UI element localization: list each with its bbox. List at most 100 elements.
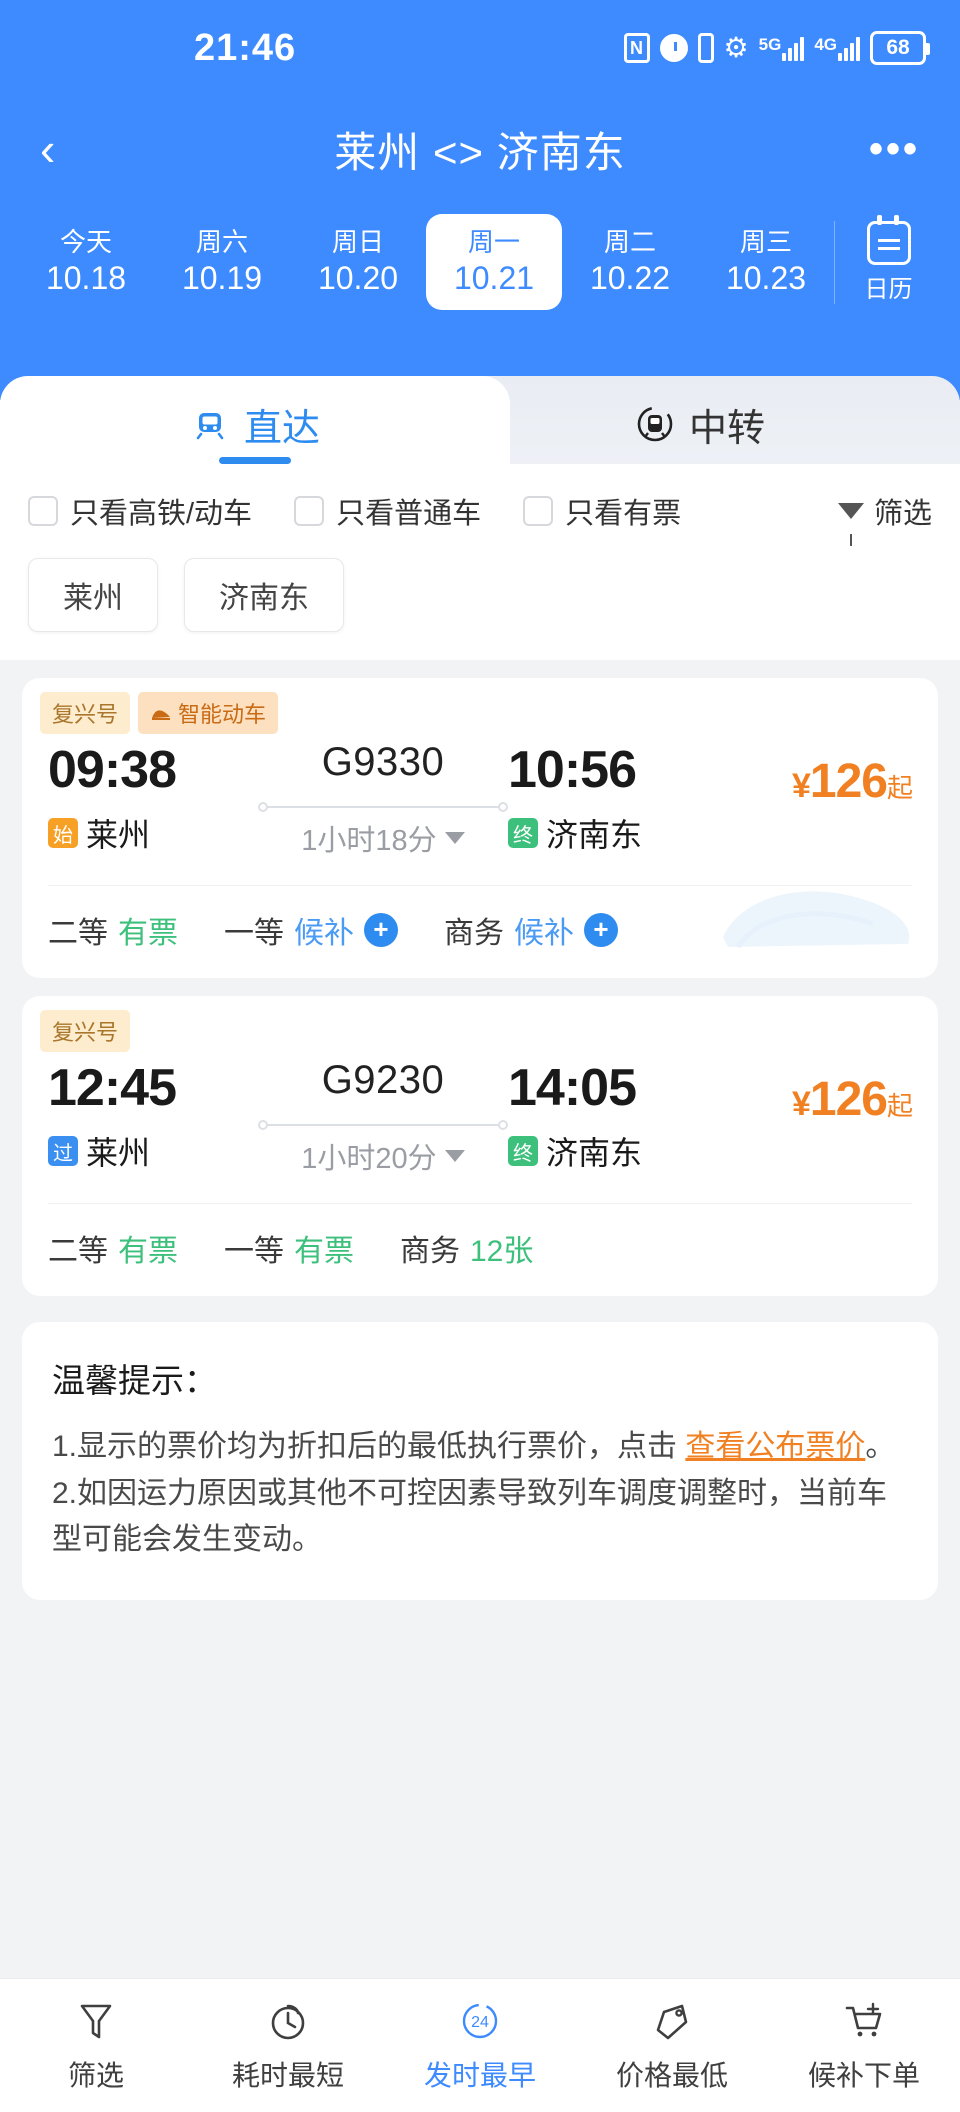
chevron-down-icon[interactable] (444, 1150, 465, 1162)
start-station-badge: 始 (48, 818, 78, 848)
departure-block: 12:45 过 莱州 (48, 1058, 258, 1174)
bottom-earliest-departure-label: 发时最早 (423, 2059, 536, 2091)
departure-station-name: 莱州 (86, 1135, 151, 1171)
seat-first-class[interactable]: 一等 有票 (224, 1226, 354, 1270)
status-icons: N ⚙ 5G 4G 68 (623, 31, 930, 65)
price-suffix: 起 (886, 773, 913, 803)
duration-line (258, 799, 508, 815)
seat-business-class[interactable]: 商务 候补 + (444, 908, 618, 952)
duration-text-row[interactable]: 1小时18分 (301, 817, 465, 859)
duration-text: 1小时20分 (301, 1143, 437, 1175)
bottom-waitlist-order-button[interactable]: 候补下单 (768, 1998, 960, 2094)
duration-block[interactable]: G9230 1小时20分 (258, 1058, 508, 1177)
app-screen: 21:46 N ⚙ 5G 4G 68 ‹ 莱州 <> 济南东 ••• 今天 10… (0, 0, 960, 2112)
view-published-fare-link[interactable]: 查看公布票价 (685, 1430, 865, 1463)
seat-second-class[interactable]: 二等 有票 (48, 1226, 178, 1270)
bottom-earliest-departure-button[interactable]: 24 发时最早 (384, 1998, 576, 2094)
waitlist-add-icon[interactable]: + (584, 913, 618, 947)
tab-transfer-label: 中转 (688, 407, 765, 450)
price-tag-icon (652, 1998, 692, 2044)
checkbox-box[interactable] (28, 496, 58, 526)
seat-business-class[interactable]: 商务 12张 (400, 1226, 533, 1270)
line-dot-left (258, 802, 268, 812)
tab-direct[interactable]: 直达 (0, 376, 510, 472)
4g-label: 4G (814, 35, 837, 54)
date-week-label: 周一 (467, 226, 520, 257)
arrival-station-line: 终 济南东 (508, 1128, 718, 1174)
currency-symbol: ¥ (791, 767, 811, 805)
train-main-row: 12:45 过 莱州 G9230 1小时20分 14:05 终 济南东 ¥126… (22, 1052, 938, 1177)
duration-text-row[interactable]: 1小时20分 (301, 1135, 465, 1177)
bottom-shortest-duration-button[interactable]: 耗时最短 (192, 1998, 384, 2094)
bottom-shortest-duration-label: 耗时最短 (231, 2059, 344, 2091)
departure-station-line: 始 莱州 (48, 810, 258, 856)
seat-class-label: 一等 (224, 1235, 284, 1268)
seat-class-label: 商务 (400, 1235, 460, 1268)
checkbox-box[interactable] (523, 496, 554, 526)
cart-plus-icon (843, 1998, 885, 2044)
badge-smart-emu-label: 智能动车 (178, 702, 267, 727)
arrival-time: 14:05 (508, 1059, 637, 1117)
date-tab-4[interactable]: 周二 10.22 (562, 214, 698, 311)
more-options-button[interactable]: ••• (869, 129, 920, 169)
header-region: 21:46 N ⚙ 5G 4G 68 ‹ 莱州 <> 济南东 ••• 今天 10… (0, 0, 960, 400)
arrival-station-line: 终 济南东 (508, 810, 718, 856)
seat-class-label: 二等 (48, 917, 108, 950)
tips-item-1: 1.显示的票价均为折扣后的最低执行票价，点击 查看公布票价。 (52, 1424, 908, 1471)
tab-transfer[interactable]: 中转 (440, 376, 960, 472)
date-tab-2[interactable]: 周日 10.20 (290, 214, 426, 311)
train-card[interactable]: 复兴号 智能动车 09:38 始 莱州 G9330 1小时18分 10:56 终… (22, 678, 938, 978)
wifi-icon: ⚙ (723, 32, 749, 63)
seat-class-label: 商务 (444, 917, 504, 950)
train-card[interactable]: 复兴号 12:45 过 莱州 G9230 1小时20分 14:05 终 济南东 … (22, 996, 938, 1296)
bottom-lowest-price-label: 价格最低 (615, 2059, 728, 2091)
seat-second-class[interactable]: 二等 有票 (48, 908, 178, 952)
price-block: ¥126起 (718, 740, 913, 809)
station-chip-destination[interactable]: 济南东 (184, 558, 344, 632)
price-value: ¥126起 (792, 1073, 913, 1126)
trip-type-tabs: 中转 直达 (0, 376, 960, 472)
funnel-icon (837, 503, 864, 546)
arrival-station-name: 济南东 (546, 1135, 643, 1171)
duration-block[interactable]: G9330 1小时18分 (258, 740, 508, 859)
waitlist-add-icon[interactable]: + (364, 913, 398, 947)
seat-status: 候补 (514, 917, 574, 950)
calendar-button[interactable]: 日历 (834, 214, 942, 304)
badge-fuxing: 复兴号 (40, 1010, 131, 1052)
filter-button[interactable]: 筛选 (837, 490, 932, 546)
checkbox-box[interactable] (294, 496, 325, 526)
checkbox-normal-train-only[interactable]: 只看普通车 (294, 490, 481, 532)
checkbox-available-only[interactable]: 只看有票 (523, 490, 681, 532)
date-tab-3-selected[interactable]: 周一 10.21 (426, 213, 562, 311)
seat-class-label: 一等 (224, 917, 284, 950)
bottom-filter-button[interactable]: 筛选 (0, 1998, 192, 2094)
departure-time: 12:45 (48, 1059, 177, 1117)
line-dot-left (258, 1120, 268, 1130)
checkbox-label: 只看普通车 (336, 498, 482, 530)
date-tab-5[interactable]: 周三 10.23 (698, 214, 834, 311)
chevron-down-icon[interactable] (444, 832, 465, 844)
back-button[interactable]: ‹ (40, 126, 100, 172)
date-tab-1[interactable]: 周六 10.19 (154, 214, 290, 311)
date-week-label: 周三 (739, 226, 792, 257)
end-station-badge: 终 (508, 818, 538, 848)
date-tab-0[interactable]: 今天 10.18 (18, 214, 154, 311)
tips-title: 温馨提示： (52, 1362, 217, 1399)
duration-text: 1小时18分 (301, 825, 437, 857)
date-number-label: 10.21 (453, 260, 535, 297)
4g-signal-icon: 4G (814, 35, 860, 61)
bottom-lowest-price-button[interactable]: 价格最低 (576, 1998, 768, 2094)
train-number: G9230 (321, 1058, 445, 1102)
seat-availability-row: 二等 有票 一等 有票 商务 12张 (22, 1204, 938, 1296)
checkbox-high-speed-only[interactable]: 只看高铁/动车 (28, 490, 252, 532)
status-time: 21:46 (194, 26, 297, 69)
seat-status: 有票 (118, 1235, 178, 1268)
badge-smart-emu: 智能动车 (138, 692, 279, 734)
tab-direct-label: 直达 (243, 407, 320, 450)
bottom-toolbar: 筛选 耗时最短 24 发时最早 价格最低 候补下单 (0, 1978, 960, 2112)
station-chip-origin[interactable]: 莱州 (28, 558, 158, 632)
bottom-waitlist-order-label: 候补下单 (807, 2059, 920, 2091)
5g-signal-icon: 5G (759, 35, 805, 61)
seat-first-class[interactable]: 一等 候补 + (224, 908, 398, 952)
navigation-bar: ‹ 莱州 <> 济南东 ••• (0, 96, 960, 202)
